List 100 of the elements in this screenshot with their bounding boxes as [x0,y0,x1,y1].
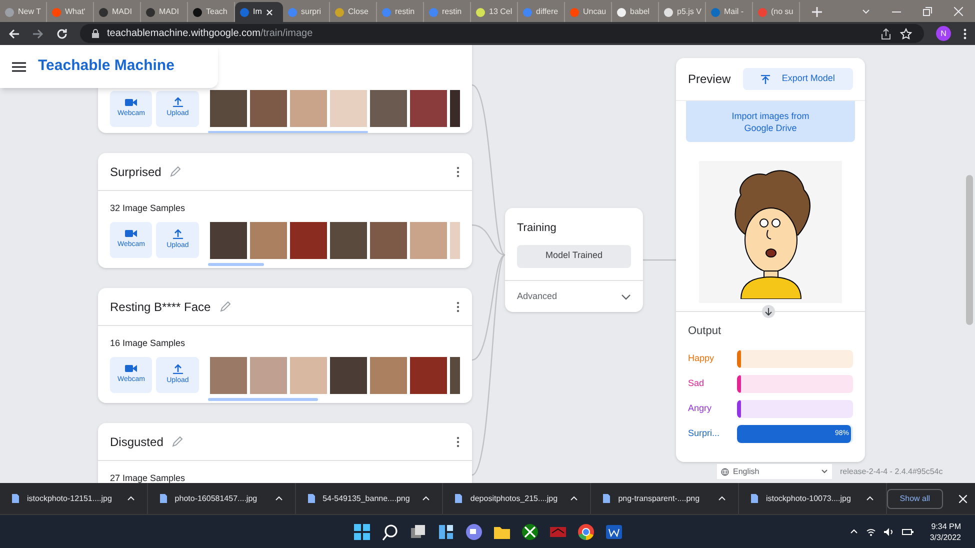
close-icon[interactable] [266,8,273,16]
chevron-up-icon [866,496,874,501]
sample-count: 32 Image Samples [109,202,186,215]
close-icon[interactable] [959,494,968,502]
word-icon[interactable] [604,522,622,540]
panel-title: Preview [688,71,731,88]
photo-placeholder [410,222,447,258]
new-tab-icon[interactable] [812,7,822,17]
xbox-icon[interactable] [520,522,538,540]
class-name[interactable]: Disgusted [110,432,164,450]
chevron-up-icon [570,496,578,501]
chevron-up-icon [718,496,726,501]
url-text: teachablemachine.withgoogle.com/train/image [107,27,313,41]
share-icon[interactable] [880,28,892,40]
upload-icon [172,97,183,108]
app-title: Teachable Machine [38,56,174,76]
photo-placeholder [410,90,447,127]
pencil-icon[interactable] [169,166,182,178]
battery-icon[interactable] [902,528,914,536]
upload-icon [172,228,183,239]
file-icon [12,494,19,503]
restore-icon[interactable] [923,6,932,16]
speaker-icon[interactable] [884,528,894,536]
connector-line [643,259,676,261]
chrome-icon[interactable] [576,522,594,540]
photo-placeholder [370,222,407,258]
output-label: Angry [688,402,713,415]
export-model-button[interactable]: Export Model [742,68,853,90]
clock[interactable]: 9:34 PM 3/3/2022 [930,520,961,542]
photo-placeholder [410,356,447,394]
sample-count: 27 Image Samples [109,472,186,483]
chevron-up-icon[interactable] [850,529,858,534]
widgets-icon[interactable] [436,522,454,540]
card-title: Training [516,221,558,236]
browser-tab[interactable]: Im [235,2,283,22]
scrollbar[interactable] [966,175,973,325]
photo-placeholder [330,222,367,258]
scrollbar[interactable] [208,262,264,266]
photo-placeholder [290,90,327,127]
photo-placeholder [370,90,407,127]
release-text: release-2-4-4 - 2.4.4#95c54c [840,466,943,478]
import-drive-button[interactable]: Import images from Google Drive [686,101,855,142]
file-icon [603,494,610,503]
sample-count: 16 Image Samples [109,337,186,350]
language-text: English [733,466,760,478]
profile-avatar[interactable]: N [936,26,951,41]
chevron-up-icon [422,496,430,501]
chevron-up-icon [126,496,135,501]
chevron-down-icon [621,294,631,300]
file-icon [160,494,167,503]
file-icon [455,494,462,503]
chevron-down-icon[interactable] [862,8,870,14]
output-label: Surpri... [688,426,721,440]
star-icon[interactable] [900,28,912,40]
output-label: Happy [688,352,716,365]
photo-placeholder [290,356,327,394]
video-camera-icon [125,364,138,374]
scrollbar[interactable] [208,131,368,133]
pencil-icon[interactable] [171,436,184,448]
section-title: Output [687,324,722,339]
wifi-icon[interactable] [866,528,876,536]
task-view-icon[interactable] [408,522,426,540]
lock-icon [92,29,99,38]
show-all-button[interactable]: Show all [886,488,944,508]
photo-placeholder [250,356,287,394]
pencil-icon[interactable] [218,300,231,312]
more-icon[interactable] [456,436,460,448]
search-icon[interactable] [380,522,398,540]
output-label: Sad [688,376,706,390]
file-icon [308,494,315,503]
advanced-toggle[interactable]: Advanced [505,280,643,312]
photo-placeholder [250,90,287,127]
more-icon[interactable] [456,166,460,178]
model-trained-button[interactable]: Model Trained [517,244,631,268]
class-name[interactable]: Resting B**** Face [110,298,211,316]
forward-icon[interactable] [32,28,44,40]
more-icon[interactable] [456,300,460,312]
photo-placeholder [330,356,367,394]
windows-start-icon[interactable] [352,522,370,540]
chevron-down-icon [821,469,828,474]
class-name[interactable]: Surprised [110,162,162,180]
photo-placeholder [370,356,407,394]
chevron-up-icon [274,496,283,501]
address-bar[interactable]: teachablemachine.withgoogle.com/train/image [80,24,924,43]
chat-icon[interactable] [464,522,482,540]
photo-placeholder [210,356,247,394]
globe-icon [721,468,729,476]
menu-icon[interactable] [12,62,26,72]
reload-icon[interactable] [56,28,68,40]
language-select[interactable]: English [717,464,832,479]
scrollbar[interactable] [208,398,318,400]
photo-placeholder [250,222,287,258]
video-camera-icon [125,229,138,238]
photo-placeholder [210,222,247,258]
upload-icon [760,74,770,84]
photo-placeholder [210,90,247,127]
menu-icon[interactable] [963,28,967,40]
upload-icon [172,364,183,374]
back-icon[interactable] [8,28,20,40]
video-camera-icon [125,98,138,107]
